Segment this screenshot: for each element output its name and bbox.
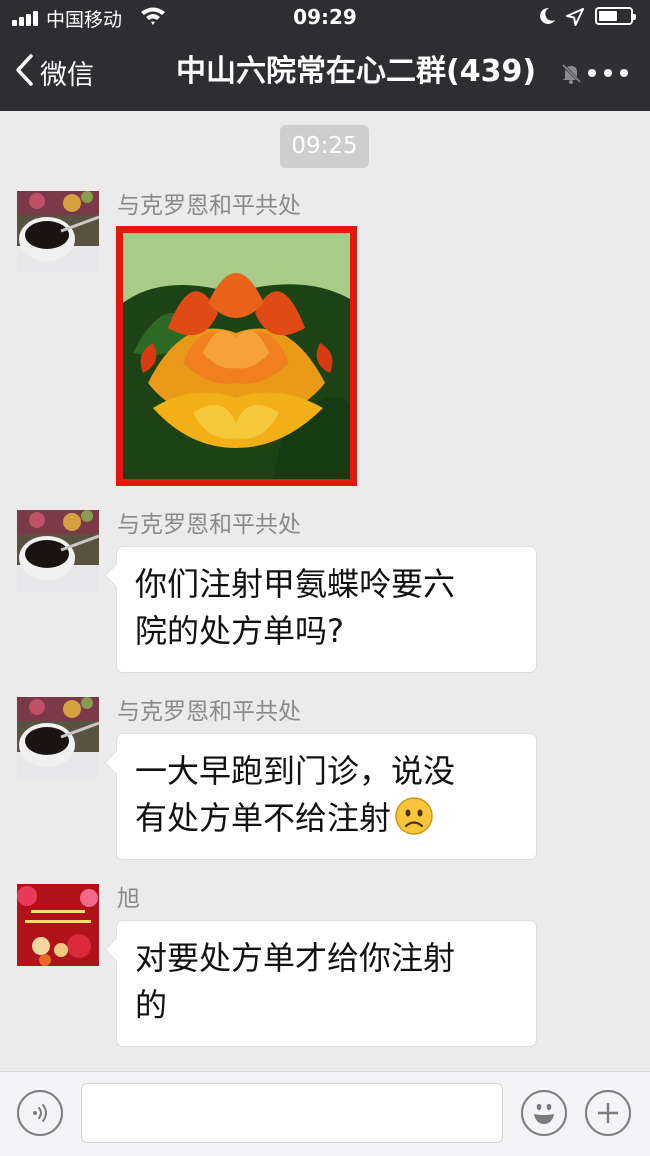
message-line: 你们注射甲氨蝶呤要六 [135,565,456,603]
voice-button[interactable] [17,1090,63,1136]
message-line: 的 [135,986,168,1024]
emoji-icon [528,1097,560,1133]
battery-icon [595,7,636,25]
nav-bar: 微信 中山六院常在心二群(439) [0,36,650,111]
message-input[interactable] [81,1083,503,1143]
chevron-left-icon [14,53,34,91]
image-message[interactable] [116,226,357,486]
sender-name: 旭 [117,886,140,912]
message-timestamp: 09:25 [280,125,369,168]
message-line-with-emoji: 有处方单不给注射 [135,795,520,848]
sender-avatar[interactable] [17,884,99,966]
sender-name: 与克罗恩和平共处 [117,699,301,725]
message-bubble[interactable]: 一大早跑到门诊，说没 有处方单不给注射 [116,733,537,860]
more-options-button[interactable] [586,62,630,84]
input-bar [0,1071,650,1156]
message-line: 对要处方单才给你注射 [135,939,456,977]
message-bubble[interactable]: 你们注射甲氨蝶呤要六 院的处方单吗? [116,546,537,673]
sender-avatar[interactable] [17,510,99,592]
frowning-face-emoji [395,797,433,848]
sender-avatar[interactable] [17,697,99,779]
location-arrow-icon [566,8,584,30]
message-line: 一大早跑到门诊，说没 [135,752,456,790]
message-line: 有处方单不给注射 [135,799,392,837]
chat-title: 中山六院常在心二群(439) [176,54,537,89]
sender-name: 与克罗恩和平共处 [117,512,301,538]
message-bubble[interactable]: 对要处方单才给你注射 的 [116,920,537,1047]
more-functions-button[interactable] [585,1090,631,1136]
sender-name: 与克罗恩和平共处 [117,193,301,219]
emoji-button[interactable] [521,1090,567,1136]
chat-area[interactable]: 09:25 与克罗恩和平共处 与克罗恩和平共处 你们注射甲氨蝶呤要六 院的处方单… [0,111,650,1071]
voice-icon [30,1102,52,1128]
moon-icon [537,6,557,30]
back-label: 微信 [40,59,94,91]
sender-avatar[interactable] [17,191,99,273]
muted-bell-icon [560,62,582,88]
back-button[interactable]: 微信 [14,50,94,94]
plus-icon [596,1101,620,1129]
top-bar: 中国移动 09:29 微信 中山六院常在心二群(439) [0,0,650,111]
message-line: 院的处方单吗? [135,612,344,650]
status-bar: 中国移动 09:29 [0,0,650,36]
